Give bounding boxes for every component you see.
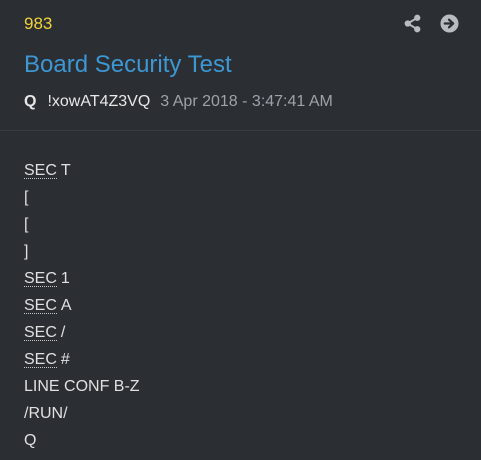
post-line: ]	[24, 238, 464, 265]
line-text: [	[24, 189, 29, 206]
line-text: 1	[60, 270, 70, 287]
line-text: /RUN/	[24, 405, 68, 422]
post-line: [	[24, 211, 464, 238]
line-text: #	[60, 351, 70, 368]
post-timestamp: 3 Apr 2018 - 3:47:41 AM	[160, 93, 333, 110]
line-text: T	[60, 162, 71, 179]
post-title[interactable]: Board Security Test	[24, 50, 232, 80]
abbreviation: SEC	[24, 297, 57, 314]
post-line: SEC 1	[24, 265, 464, 292]
post-line: SEC A	[24, 292, 464, 319]
line-text: ]	[24, 243, 29, 260]
post-line: /RUN/	[24, 400, 464, 427]
abbreviation: SEC	[24, 270, 57, 287]
arrow-circle-right-icon[interactable]	[440, 14, 459, 33]
post-line: [	[24, 184, 464, 211]
abbreviation: SEC	[24, 162, 57, 179]
post-number[interactable]: 983	[24, 13, 52, 35]
line-text: A	[60, 297, 72, 314]
post-meta: Q !xowAT4Z3VQ 3 Apr 2018 - 3:47:41 AM	[24, 91, 333, 113]
line-text: [	[24, 216, 29, 233]
tripcode: !xowAT4Z3VQ	[47, 93, 151, 110]
post-header: 983 Board Security Test Q !xowAT4Z3VQ 3 …	[0, 0, 481, 131]
abbreviation: SEC	[24, 324, 57, 341]
post-line: SEC #	[24, 346, 464, 373]
author-name: Q	[24, 93, 37, 110]
share-icon[interactable]	[403, 14, 422, 33]
post-line: Q	[24, 427, 464, 454]
line-text: /	[60, 324, 66, 341]
post-body: SEC T [ [ ] SEC 1 SEC A SEC / SEC # LINE CONF…	[24, 157, 464, 454]
post-line: LINE CONF B-Z	[24, 373, 464, 400]
line-text: Q	[24, 432, 37, 449]
post-actions	[403, 14, 459, 33]
abbreviation: SEC	[24, 351, 57, 368]
post-line: SEC T	[24, 157, 464, 184]
post-line: SEC /	[24, 319, 464, 346]
line-text: LINE CONF B-Z	[24, 378, 140, 395]
